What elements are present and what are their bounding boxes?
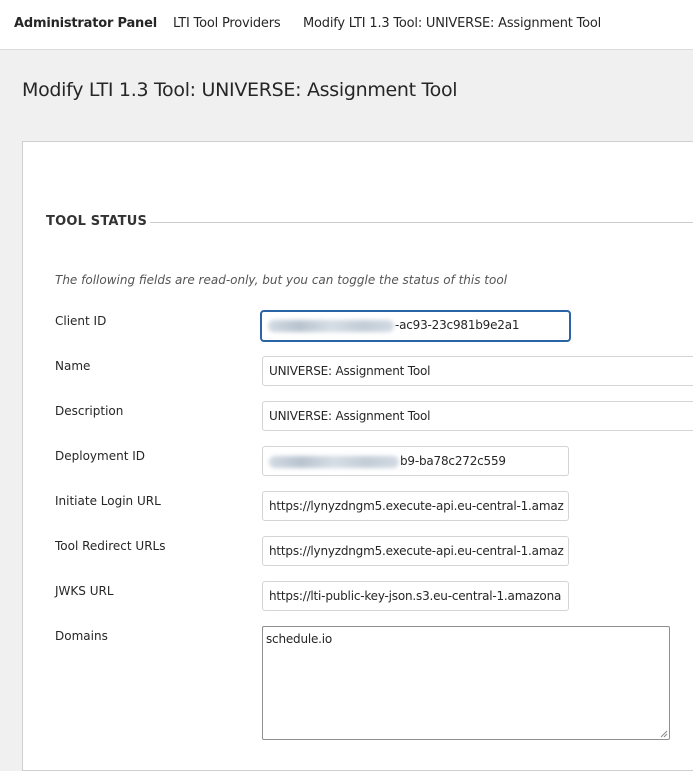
- tool-redirect-urls-field[interactable]: https://lynyzdngm5.execute-api.eu-centra…: [262, 536, 569, 566]
- redacted-client-id: [268, 319, 394, 332]
- client-id-label: Client ID: [55, 314, 107, 328]
- top-navigation: Administrator Panel LTI Tool Providers M…: [0, 0, 693, 50]
- section-heading-tool-status: TOOL STATUS: [46, 214, 148, 229]
- section-divider: [150, 222, 693, 223]
- deployment-id-value: b9-ba78c272c559: [400, 454, 506, 468]
- nav-current-page[interactable]: Modify LTI 1.3 Tool: UNIVERSE: Assignmen…: [303, 16, 601, 32]
- resize-grip-icon[interactable]: [660, 730, 668, 738]
- nav-lti-tool-providers[interactable]: LTI Tool Providers: [173, 16, 281, 32]
- nav-administrator-panel[interactable]: Administrator Panel: [14, 16, 157, 32]
- deployment-id-label: Deployment ID: [55, 449, 145, 463]
- jwks-url-label: JWKS URL: [55, 584, 114, 598]
- tool-redirect-urls-value: https://lynyzdngm5.execute-api.eu-centra…: [269, 544, 564, 558]
- client-id-value: -ac93-23c981b9e2a1: [395, 318, 520, 332]
- name-field[interactable]: UNIVERSE: Assignment Tool: [262, 356, 693, 386]
- initiate-login-url-value: https://lynyzdngm5.execute-api.eu-centra…: [269, 499, 564, 513]
- name-value: UNIVERSE: Assignment Tool: [269, 364, 431, 378]
- domains-label: Domains: [55, 629, 108, 643]
- name-label: Name: [55, 359, 91, 373]
- page-title: Modify LTI 1.3 Tool: UNIVERSE: Assignmen…: [22, 79, 458, 101]
- client-id-field[interactable]: -ac93-23c981b9e2a1: [260, 310, 571, 342]
- tool-redirect-urls-label: Tool Redirect URLs: [55, 539, 166, 553]
- domains-value: schedule.io: [266, 632, 333, 646]
- description-label: Description: [55, 404, 124, 418]
- description-field[interactable]: UNIVERSE: Assignment Tool: [262, 401, 693, 431]
- redacted-deployment-id: [269, 455, 399, 468]
- jwks-url-value: https://lti-public-key-json.s3.eu-centra…: [269, 589, 562, 603]
- initiate-login-url-label: Initiate Login URL: [55, 494, 161, 508]
- initiate-login-url-field[interactable]: https://lynyzdngm5.execute-api.eu-centra…: [262, 491, 569, 521]
- domains-textarea[interactable]: schedule.io: [262, 626, 670, 740]
- read-only-hint: The following fields are read-only, but …: [55, 273, 508, 287]
- description-value: UNIVERSE: Assignment Tool: [269, 409, 431, 423]
- jwks-url-field[interactable]: https://lti-public-key-json.s3.eu-centra…: [262, 581, 569, 611]
- deployment-id-field[interactable]: b9-ba78c272c559: [262, 446, 569, 476]
